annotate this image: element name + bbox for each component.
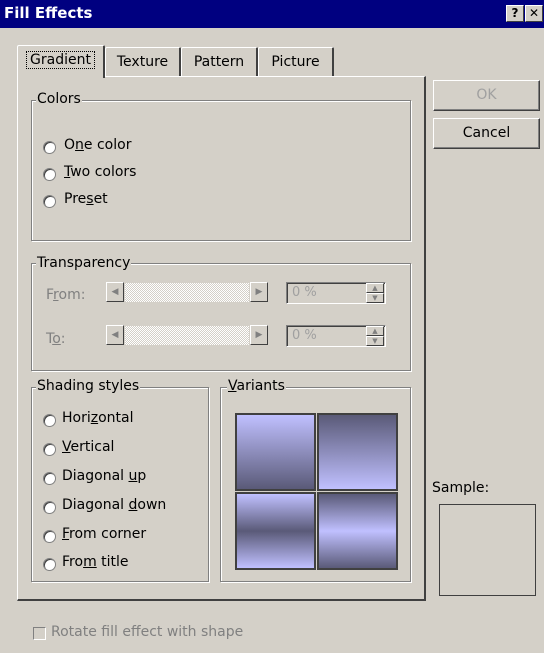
preset-label[interactable]: Preset bbox=[64, 191, 108, 207]
preset-radio[interactable] bbox=[43, 195, 56, 208]
sample-preview bbox=[439, 504, 536, 596]
diagonal-up-radio[interactable] bbox=[43, 472, 56, 485]
to-spin-up[interactable]: ▲ bbox=[366, 326, 384, 336]
sample-label: Sample: bbox=[432, 480, 490, 496]
close-icon: ✕ bbox=[528, 6, 540, 20]
tab-texture-label: Texture bbox=[116, 54, 169, 70]
variant-3[interactable] bbox=[235, 492, 316, 570]
tab-picture[interactable]: Picture bbox=[258, 47, 334, 77]
from-title-radio[interactable] bbox=[43, 558, 56, 571]
one-color-radio[interactable] bbox=[43, 141, 56, 154]
from-title-label[interactable]: From title bbox=[62, 554, 129, 570]
variant-4[interactable] bbox=[317, 492, 398, 570]
to-right-arrow[interactable]: ▶ bbox=[250, 325, 268, 345]
rotate-fill-label[interactable]: Rotate fill effect with shape bbox=[51, 624, 243, 640]
variants-legend: Variants bbox=[227, 378, 286, 394]
from-left-arrow[interactable]: ◀ bbox=[106, 282, 124, 302]
tab-texture[interactable]: Texture bbox=[105, 47, 181, 77]
horizontal-label[interactable]: Horizontal bbox=[62, 410, 134, 426]
from-spin-down[interactable]: ▼ bbox=[366, 293, 384, 303]
shading-styles-legend: Shading styles bbox=[36, 378, 141, 394]
from-label: From: bbox=[46, 287, 86, 303]
transparency-group bbox=[31, 263, 411, 371]
rotate-fill-checkbox[interactable] bbox=[33, 627, 46, 640]
from-track[interactable] bbox=[124, 282, 250, 303]
from-corner-radio[interactable] bbox=[43, 530, 56, 543]
from-right-arrow[interactable]: ▶ bbox=[250, 282, 268, 302]
from-slider[interactable]: ◀ ▶ bbox=[106, 282, 268, 303]
tab-picture-label: Picture bbox=[271, 54, 320, 70]
tab-gradient-label: Gradient bbox=[26, 51, 95, 69]
two-colors-label[interactable]: Two colors bbox=[64, 164, 136, 180]
one-color-label[interactable]: One color bbox=[64, 137, 131, 153]
variant-2[interactable] bbox=[317, 413, 398, 491]
diagonal-up-label[interactable]: Diagonal up bbox=[62, 468, 146, 484]
help-button[interactable]: ? bbox=[506, 5, 524, 22]
to-label: To: bbox=[46, 331, 66, 347]
tab-gradient[interactable]: Gradient bbox=[17, 45, 105, 78]
colors-legend: Colors bbox=[36, 91, 82, 107]
to-spin-down[interactable]: ▼ bbox=[366, 336, 384, 346]
diagonal-down-label[interactable]: Diagonal down bbox=[62, 497, 166, 513]
from-spin-up[interactable]: ▲ bbox=[366, 283, 384, 293]
to-slider[interactable]: ◀ ▶ bbox=[106, 325, 268, 346]
horizontal-radio[interactable] bbox=[43, 414, 56, 427]
vertical-label[interactable]: Vertical bbox=[62, 439, 114, 455]
two-colors-radio[interactable] bbox=[43, 168, 56, 181]
to-left-arrow[interactable]: ◀ bbox=[106, 325, 124, 345]
to-track[interactable] bbox=[124, 325, 250, 346]
variant-1[interactable] bbox=[235, 413, 316, 491]
window-title: Fill Effects bbox=[4, 4, 93, 22]
cancel-button[interactable]: Cancel bbox=[433, 118, 540, 149]
tab-pattern[interactable]: Pattern bbox=[181, 47, 258, 77]
tab-pattern-label: Pattern bbox=[193, 54, 245, 70]
title-bar: Fill Effects ? ✕ bbox=[0, 0, 544, 28]
vertical-radio[interactable] bbox=[43, 443, 56, 456]
diagonal-down-radio[interactable] bbox=[43, 501, 56, 514]
ok-button[interactable]: OK bbox=[433, 80, 540, 111]
from-corner-label[interactable]: From corner bbox=[62, 526, 146, 542]
close-button[interactable]: ✕ bbox=[525, 5, 543, 22]
help-icon: ? bbox=[511, 6, 519, 20]
transparency-legend: Transparency bbox=[36, 255, 132, 271]
